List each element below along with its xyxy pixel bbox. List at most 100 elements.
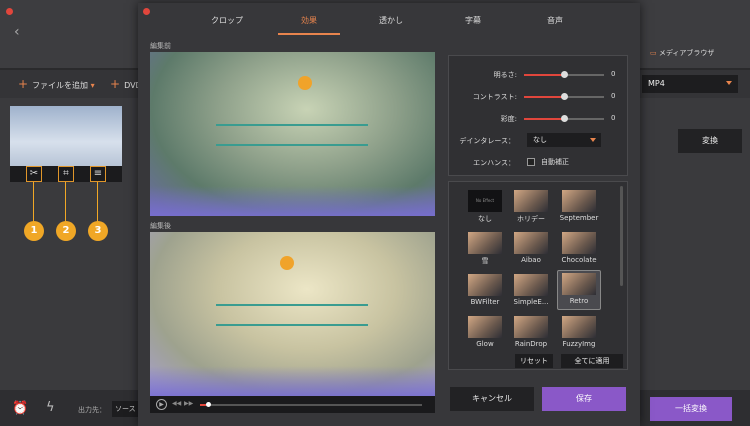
media-browser-label: メディアブラウザ bbox=[658, 49, 715, 57]
add-file-button[interactable]: + ファイルを追加 ▾ bbox=[18, 77, 95, 91]
output-location-select[interactable]: ソース bbox=[112, 401, 140, 417]
deinterlace-select[interactable]: なし bbox=[527, 133, 601, 147]
filter-thumb bbox=[514, 316, 548, 338]
window-close-button[interactable] bbox=[6, 8, 13, 15]
cut-icon[interactable]: ✂ bbox=[26, 166, 42, 182]
enhance-label: エンハンス： bbox=[473, 159, 515, 167]
rewind-icon[interactable]: ◀◀ bbox=[172, 400, 181, 407]
marker-connector bbox=[33, 182, 34, 222]
filter-name: ホリデー bbox=[517, 215, 545, 223]
filter-item[interactable]: Glow bbox=[465, 316, 505, 348]
filter-name: FuzzyImg bbox=[562, 340, 596, 348]
filter-name: RainDrop bbox=[514, 340, 548, 348]
brightness-slider[interactable] bbox=[524, 71, 604, 78]
filter-name: 雪 bbox=[481, 257, 489, 265]
saturation-label: 彩度: bbox=[500, 115, 517, 123]
filter-thumb bbox=[562, 273, 596, 295]
output-label: 出力先： bbox=[78, 406, 106, 414]
filter-item[interactable]: ホリデー bbox=[511, 190, 551, 224]
scrubber-knob[interactable] bbox=[206, 402, 211, 407]
tab-crop[interactable]: クロップ bbox=[186, 11, 268, 35]
filter-item[interactable]: SimpleE... bbox=[511, 274, 551, 306]
filter-thumb bbox=[468, 316, 502, 338]
marker-2: 2 bbox=[56, 221, 76, 241]
plus-icon: + bbox=[18, 77, 29, 91]
filter-item[interactable]: September bbox=[559, 190, 599, 222]
filter-name: SimpleE... bbox=[513, 298, 549, 306]
save-button[interactable]: 保存 bbox=[542, 387, 626, 411]
tab-effects[interactable]: 効果 bbox=[268, 11, 350, 35]
filter-thumb: No Effect bbox=[468, 190, 502, 212]
crop-icon[interactable]: ⌗ bbox=[58, 166, 74, 182]
saturation-row: 彩度: 0 bbox=[449, 112, 629, 126]
filter-item-selected[interactable]: Retro bbox=[557, 270, 601, 310]
marker-connector bbox=[65, 182, 66, 222]
play-icon[interactable]: ▶ bbox=[156, 399, 167, 410]
contrast-slider[interactable] bbox=[524, 93, 604, 100]
filter-name: Chocolate bbox=[561, 256, 597, 264]
filter-name: September bbox=[559, 214, 599, 222]
forward-icon[interactable]: ▶▶ bbox=[184, 400, 193, 407]
auto-enhance-label: 自動補正 bbox=[541, 158, 569, 166]
contrast-value: 0 bbox=[611, 92, 616, 100]
filter-item[interactable]: FuzzyImg bbox=[559, 316, 599, 348]
adjustments-panel: 明るさ: 0 コントラスト: 0 彩度: 0 デインタレース： なし エンハンス… bbox=[448, 55, 628, 176]
brightness-value: 0 bbox=[611, 70, 616, 78]
auto-enhance-checkbox[interactable] bbox=[527, 158, 535, 166]
filter-item[interactable]: BWFilter bbox=[465, 274, 505, 306]
decoration-line bbox=[216, 324, 368, 326]
filter-item[interactable]: No Effect なし bbox=[465, 190, 505, 224]
marker-1: 1 bbox=[24, 221, 44, 241]
saturation-slider[interactable] bbox=[524, 115, 604, 122]
after-label: 編集後 bbox=[150, 222, 171, 230]
tab-subtitles[interactable]: 字幕 bbox=[432, 11, 514, 35]
filter-thumb bbox=[468, 274, 502, 296]
slider-knob[interactable] bbox=[561, 115, 568, 122]
filter-thumb bbox=[562, 190, 596, 212]
effects-icon[interactable]: ≡ bbox=[90, 166, 106, 182]
marker-3: 3 bbox=[88, 221, 108, 241]
filter-thumb bbox=[514, 274, 548, 296]
deinterlace-value: なし bbox=[533, 136, 547, 144]
tab-audio[interactable]: 音声 bbox=[514, 11, 596, 35]
reset-button[interactable]: リセット bbox=[515, 354, 553, 368]
filter-item[interactable]: RainDrop bbox=[511, 316, 551, 348]
convert-button[interactable]: 変換 bbox=[678, 129, 742, 153]
filter-scrollbar[interactable] bbox=[620, 186, 623, 286]
filter-thumb bbox=[514, 232, 548, 254]
filter-name: Retro bbox=[569, 297, 589, 305]
slider-knob[interactable] bbox=[561, 71, 568, 78]
filter-thumb bbox=[514, 190, 548, 212]
decoration-line bbox=[216, 144, 368, 146]
back-arrow-icon[interactable]: ‹ bbox=[14, 24, 20, 40]
dvd-button[interactable]: + DVD bbox=[110, 77, 142, 91]
playback-scrubber[interactable] bbox=[200, 402, 422, 407]
plus-icon: + bbox=[110, 77, 121, 91]
lightning-icon[interactable]: ϟ bbox=[46, 400, 55, 415]
media-browser-button[interactable]: ▭ メディアブラウザ bbox=[650, 48, 714, 58]
tab-watermark[interactable]: 透かし bbox=[350, 11, 432, 35]
batch-convert-button[interactable]: 一括変換 bbox=[650, 397, 732, 421]
output-format-value: MP4 bbox=[648, 79, 665, 88]
slider-knob[interactable] bbox=[561, 93, 568, 100]
folder-icon: ▭ bbox=[650, 49, 657, 57]
filter-name: BWFilter bbox=[470, 298, 500, 306]
video-thumbnail[interactable] bbox=[10, 106, 122, 166]
after-preview bbox=[150, 232, 435, 396]
dialog-close-button[interactable] bbox=[143, 8, 150, 15]
apply-to-all-button[interactable]: 全てに適用 bbox=[561, 354, 623, 368]
alarm-clock-icon[interactable]: ⏰ bbox=[12, 401, 28, 416]
player-controls: ▶ ◀◀ ▶▶ bbox=[150, 396, 435, 413]
filter-item[interactable]: 雪 bbox=[465, 232, 505, 266]
saturation-value: 0 bbox=[611, 114, 616, 122]
brightness-row: 明るさ: 0 bbox=[449, 68, 629, 82]
decoration-line bbox=[216, 304, 368, 306]
decoration-line bbox=[216, 124, 368, 126]
cancel-button[interactable]: キャンセル bbox=[450, 387, 534, 411]
filter-thumb bbox=[562, 316, 596, 338]
contrast-row: コントラスト: 0 bbox=[449, 90, 629, 104]
filter-item[interactable]: Chocolate bbox=[559, 232, 599, 264]
chevron-down-icon bbox=[590, 138, 596, 142]
filter-item[interactable]: Aibao bbox=[511, 232, 551, 264]
output-format-select[interactable]: MP4 bbox=[642, 75, 738, 93]
